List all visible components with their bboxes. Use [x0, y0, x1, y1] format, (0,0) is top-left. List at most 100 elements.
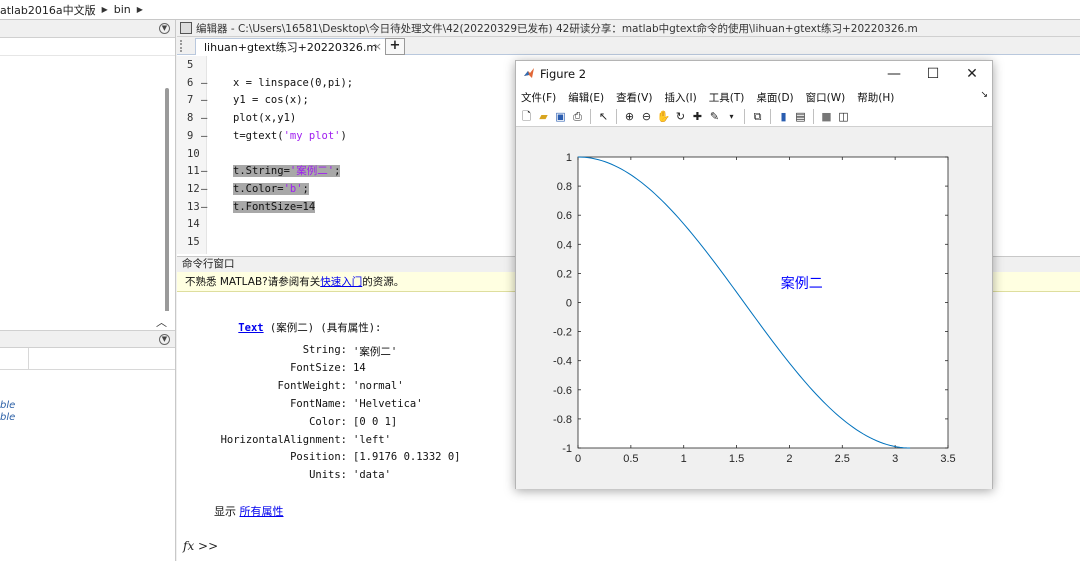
menu-file[interactable]: 文件(F)	[521, 90, 556, 105]
current-folder-header: ▼	[0, 20, 175, 38]
workspace-item[interactable]: ble	[0, 400, 175, 412]
scrollbar[interactable]	[165, 88, 169, 318]
y-tick-label: 0.8	[557, 181, 572, 193]
menu-desktop[interactable]: 桌面(D)	[756, 90, 793, 105]
breadcrumb-item[interactable]: atlab2016a中文版	[0, 2, 96, 18]
panel-actions-icon[interactable]: ▼	[159, 334, 170, 345]
hide-plot-tools-icon[interactable]: ■	[819, 109, 834, 124]
property-value: 'data'	[353, 469, 391, 482]
open-file-icon[interactable]: ▰	[536, 109, 551, 124]
command-prompt[interactable]: fx >>	[183, 539, 218, 553]
y-tick-label: 0	[566, 298, 572, 310]
pointer-icon[interactable]: ↖	[596, 109, 611, 124]
y-tick-label: 0.2	[557, 268, 572, 280]
editor-icon	[180, 22, 192, 34]
property-value: 14	[353, 361, 366, 374]
breadcrumb-arrow-icon[interactable]: ▶	[102, 5, 108, 14]
x-tick-label: 3	[892, 453, 898, 465]
property-value: 'normal'	[353, 379, 404, 392]
quick-start-link[interactable]: 快速入门	[320, 276, 362, 288]
workspace-panel: ▼ ble ble	[0, 332, 175, 561]
code-text: x = linspace(0,pi);	[233, 76, 354, 89]
workspace-header: ▼	[0, 332, 175, 348]
property-name: String:	[302, 344, 347, 356]
menu-tools[interactable]: 工具(T)	[709, 90, 745, 105]
property-name: FontSize:	[290, 361, 347, 374]
breakpoint-marker[interactable]: —	[201, 199, 207, 217]
breakpoint-marker[interactable]: —	[201, 110, 207, 128]
colorbar-icon[interactable]: ▮	[776, 109, 791, 124]
code-text: y1 = cos(x);	[233, 94, 309, 107]
rotate-icon[interactable]: ↻	[673, 109, 688, 124]
gtext-annotation[interactable]: 案例二	[781, 275, 823, 292]
property-value: 'left'	[353, 433, 391, 446]
close-button[interactable]: ✕	[958, 64, 986, 84]
figure-window[interactable]: Figure 2 — ☐ ✕ 文件(F) 编辑(E) 查看(V) 插入(I) 工…	[515, 60, 993, 489]
line-number: 7	[187, 94, 194, 107]
line-number: 14	[187, 218, 200, 231]
file-list-header	[0, 38, 175, 56]
line-number: 8	[187, 112, 194, 125]
breakpoint-marker[interactable]: —	[201, 75, 207, 93]
tab-label: lihuan+gtext练习+20220326.m	[204, 41, 378, 54]
details-toggle[interactable]: ︿	[0, 311, 175, 331]
breakpoint-marker[interactable]: —	[201, 92, 207, 110]
brush-icon[interactable]: ✎	[707, 109, 722, 124]
drag-handle-icon[interactable]	[180, 40, 182, 52]
figure-canvas[interactable]: 0 0.5 1 1.5 2 2.5 3 3.5 1 0.8 0.6 0.4 0.2 0 -0.2 -0.4 -0…	[516, 128, 992, 489]
new-tab-button[interactable]: +	[385, 38, 405, 55]
breakpoint-marker[interactable]: —	[201, 181, 207, 199]
menu-help[interactable]: 帮助(H)	[857, 90, 894, 105]
link-plot-icon[interactable]: ⧉	[750, 109, 765, 124]
data-cursor-icon[interactable]: ✚	[690, 109, 705, 124]
y-tick-label: -0.2	[553, 327, 572, 339]
new-figure-icon[interactable]: 🗋	[519, 109, 534, 124]
plot-area[interactable]	[577, 156, 949, 449]
breadcrumb-item[interactable]: bin	[114, 3, 131, 16]
x-tick-label: 2	[786, 453, 792, 465]
menu-edit[interactable]: 编辑(E)	[568, 90, 604, 105]
save-icon[interactable]: ▣	[553, 109, 568, 124]
all-properties-link[interactable]: 所有属性	[240, 505, 284, 518]
y-tick-label: 0.4	[557, 239, 572, 251]
line-number: 6	[187, 76, 194, 89]
legend-icon[interactable]: ▤	[793, 109, 808, 124]
address-bar: atlab2016a中文版 ▶ bin ▶	[0, 0, 1080, 20]
workspace-item[interactable]: ble	[0, 412, 175, 424]
left-panel: ▼ ︿ ▼ ble ble	[0, 20, 176, 561]
breadcrumb-arrow-icon[interactable]: ▶	[137, 5, 143, 14]
x-tick-label: 0	[575, 453, 581, 465]
zoom-in-icon[interactable]: ⊕	[622, 109, 637, 124]
y-tick-label: -0.4	[553, 356, 572, 368]
minimize-button[interactable]: —	[880, 64, 908, 84]
menu-overflow-icon[interactable]: ↘	[980, 90, 988, 100]
editor-tab-bar: lihuan+gtext练习+20220326.m × +	[177, 37, 1080, 55]
current-folder-list[interactable]	[0, 38, 175, 328]
text-class-link[interactable]: Text	[238, 322, 263, 334]
chevron-up-icon[interactable]: ︿	[156, 314, 167, 330]
print-icon[interactable]: ⎙	[570, 109, 585, 124]
property-name: Units:	[309, 469, 347, 482]
line-number: 13	[187, 200, 200, 213]
breakpoint-marker[interactable]: —	[201, 163, 207, 181]
editor-tab[interactable]: lihuan+gtext练习+20220326.m ×	[195, 38, 391, 55]
line-number: 10	[187, 147, 200, 160]
property-name: Color:	[309, 415, 347, 428]
x-tick-label: 0.5	[623, 453, 638, 465]
pan-icon[interactable]: ✋	[656, 109, 671, 124]
panel-actions-icon[interactable]: ▼	[159, 23, 170, 34]
menu-window[interactable]: 窗口(W)	[806, 90, 846, 105]
show-plot-tools-icon[interactable]: ◫	[836, 109, 851, 124]
dropdown-arrow-icon[interactable]: ▾	[724, 109, 739, 124]
figure-toolbar: 🗋 ▰ ▣ ⎙ ↖ ⊕ ⊖ ✋ ↻ ✚ ✎ ▾ ⧉ ▮ ▤ ■ ◫	[516, 107, 992, 127]
zoom-out-icon[interactable]: ⊖	[639, 109, 654, 124]
maximize-button[interactable]: ☐	[919, 64, 947, 84]
close-tab-icon[interactable]: ×	[373, 40, 382, 53]
show-all-properties: 显示 所有属性	[214, 503, 284, 519]
menu-view[interactable]: 查看(V)	[616, 90, 652, 105]
breakpoint-marker[interactable]: —	[201, 128, 207, 146]
menu-insert[interactable]: 插入(I)	[664, 90, 696, 105]
axes[interactable]: 0 0.5 1 1.5 2 2.5 3 3.5 1 0.8 0.6 0.4 0.2 0 -0.2 -0.4 -0…	[516, 128, 992, 489]
y-tick-label: 0.6	[557, 210, 572, 222]
workspace-columns	[0, 348, 175, 370]
